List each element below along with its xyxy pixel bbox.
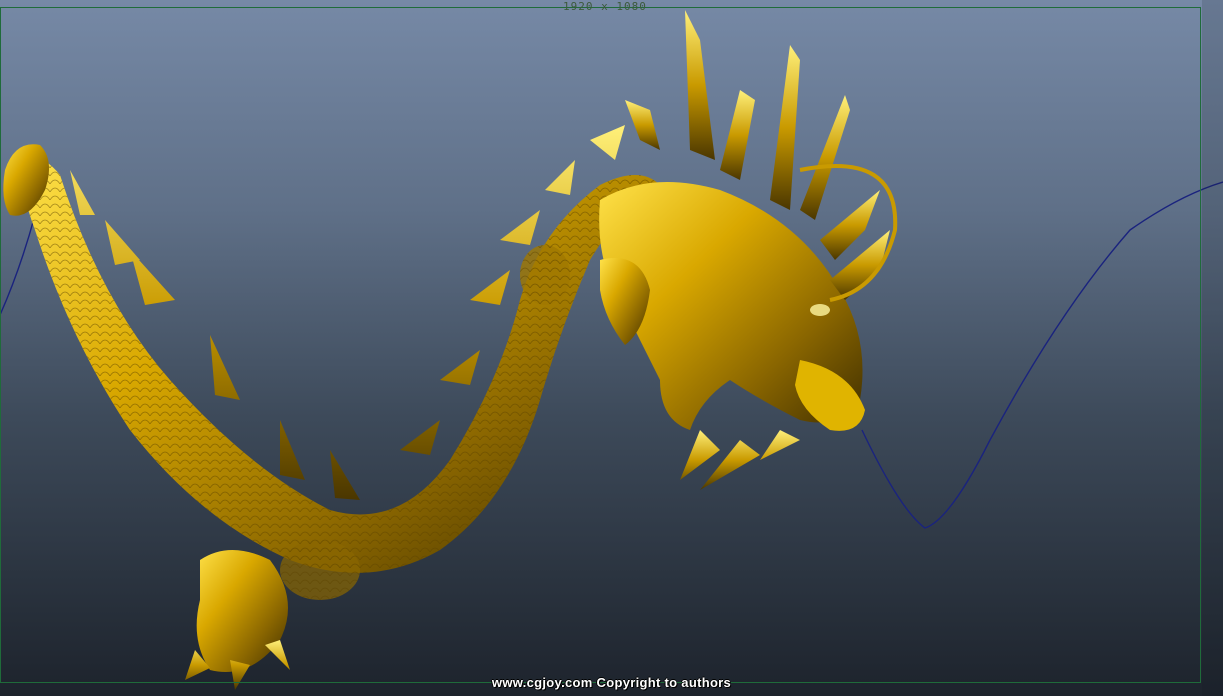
dragon-model-render[interactable] bbox=[0, 0, 1223, 696]
dragon-head bbox=[599, 10, 898, 490]
3d-viewport[interactable]: 1920 x 1080 www.cgjoy.com Copyright to a… bbox=[0, 0, 1223, 696]
watermark-text: www.cgjoy.com Copyright to authors bbox=[491, 675, 732, 690]
gate-mask bbox=[1202, 0, 1223, 696]
dragon-body bbox=[3, 125, 660, 690]
